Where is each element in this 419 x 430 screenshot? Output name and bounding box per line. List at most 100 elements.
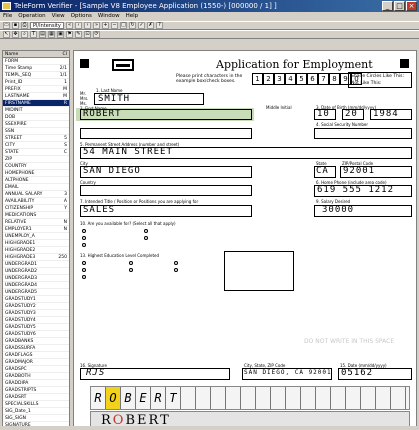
minimize-button[interactable]: _	[382, 1, 393, 11]
field-list-row[interactable]: HIGHGRADE2	[3, 247, 69, 254]
field-list-row[interactable]: UNEMPLOY_A	[3, 233, 69, 240]
field-list-row[interactable]: CITIZENSHIP Y	[3, 205, 69, 212]
field-list-row[interactable]: AVAILABILITY A	[3, 198, 69, 205]
field-list-row[interactable]: SSEXPIRE	[3, 121, 69, 128]
availability-weekend-checkbox[interactable]	[144, 236, 148, 240]
fit-page-icon[interactable]: □	[120, 22, 127, 29]
field-list-row[interactable]: HIGHGRADE3 250	[3, 254, 69, 261]
field-list-row[interactable]: UNDERGRAD5	[3, 289, 69, 296]
field-icon[interactable]: ▤	[39, 31, 46, 38]
availability-fulltime-checkbox[interactable]	[82, 229, 86, 233]
value-column-header[interactable]: CI	[63, 51, 67, 57]
next-record-icon[interactable]: ›	[84, 22, 91, 29]
menu-window[interactable]: Window	[98, 12, 120, 21]
save-icon[interactable]: ▪	[12, 22, 19, 29]
last-record-icon[interactable]: »	[93, 22, 100, 29]
field-list-row[interactable]: GRADSTUDY1	[3, 296, 69, 303]
education-option-checkbox[interactable]	[82, 261, 86, 265]
image-icon[interactable]: ▣	[57, 31, 64, 38]
previous-record-icon[interactable]: ‹	[75, 22, 82, 29]
education-option-checkbox[interactable]	[174, 261, 178, 265]
grid-icon[interactable]: ▦	[48, 31, 55, 38]
help-icon[interactable]: ?	[156, 22, 163, 29]
field-list-row[interactable]: HOMEPHONE	[3, 170, 69, 177]
availability-seasonal-checkbox[interactable]	[144, 229, 148, 233]
field-list-row[interactable]: STREET 5	[3, 135, 69, 142]
field-list-row[interactable]: DOB	[3, 114, 69, 121]
field-list-row[interactable]: CITY S	[3, 142, 69, 149]
menu-file[interactable]: File	[3, 12, 12, 21]
middle-field[interactable]	[80, 128, 252, 139]
field-list-row[interactable]: GRADMAJOR	[3, 359, 69, 366]
reject-icon[interactable]: ✗	[147, 22, 154, 29]
ssn-field[interactable]	[314, 128, 412, 139]
field-list-row[interactable]: ANNUAL SALARY 3	[3, 191, 69, 198]
field-list-row[interactable]: UNDERGRAD1	[3, 261, 69, 268]
refresh-icon[interactable]: ⟳	[93, 31, 100, 38]
field-list-row[interactable]: UNDERGRAD3	[3, 275, 69, 282]
field-list-row[interactable]: FIRSTNAME R	[3, 100, 69, 107]
field-list-row[interactable]: MIDINIT	[3, 107, 69, 114]
field-list-row[interactable]: GRADSSURFA	[3, 345, 69, 352]
availability-temporary-checkbox[interactable]	[82, 243, 86, 247]
field-list-row[interactable]: SIG_SIGN	[3, 415, 69, 422]
field-list-row[interactable]: GRADSTUDY5	[3, 324, 69, 331]
field-list-row[interactable]: MEDICATIONS	[3, 212, 69, 219]
menu-operation[interactable]: Operation	[18, 12, 45, 21]
menu-options[interactable]: Options	[71, 12, 92, 21]
flag-icon[interactable]: ⚑	[66, 31, 73, 38]
menu-help[interactable]: Help	[126, 12, 139, 21]
field-list-row[interactable]: GRADSTRIPTS	[3, 387, 69, 394]
field-list-row[interactable]: UNDERGRAD2	[3, 268, 69, 275]
field-list-row[interactable]: Print_ID 1	[3, 79, 69, 86]
accept-icon[interactable]: ✓	[138, 22, 145, 29]
field-list-row[interactable]: ALTPHONE	[3, 177, 69, 184]
field-list-row[interactable]: GRADDIPA	[3, 380, 69, 387]
lock-icon[interactable]: ⊡	[84, 31, 91, 38]
field-list-row[interactable]: EMPLOYER1 N	[3, 226, 69, 233]
field-list-row[interactable]: COUNTRY	[3, 163, 69, 170]
select-icon[interactable]: ↖	[3, 31, 10, 38]
education-option-checkbox[interactable]	[129, 268, 133, 272]
first-record-icon[interactable]: «	[66, 22, 73, 29]
education-option-checkbox[interactable]	[174, 268, 178, 272]
field-list-row[interactable]: GRADSTUDY4	[3, 317, 69, 324]
field-list-row[interactable]: UNDERGRAD4	[3, 282, 69, 289]
note-icon[interactable]: ✎	[75, 31, 82, 38]
country-field[interactable]	[80, 185, 252, 196]
field-list-row[interactable]: RELATIVE N	[3, 219, 69, 226]
field-list-row[interactable]: SIG_Date_1	[3, 408, 69, 415]
field-list-row[interactable]: TEMPL_SEQ 1/1	[3, 72, 69, 79]
field-list-row[interactable]: GRADSRT	[3, 394, 69, 401]
field-list-row[interactable]: STATE C	[3, 149, 69, 156]
field-list-row[interactable]: GRADSPC	[3, 366, 69, 373]
zoom-out-icon[interactable]: −	[111, 22, 118, 29]
field-list-row[interactable]: LASTNAME M	[3, 93, 69, 100]
education-option-checkbox[interactable]	[82, 275, 86, 279]
field-list-row[interactable]: GRADSTUDY6	[3, 331, 69, 338]
field-list-row[interactable]: EMAIL	[3, 184, 69, 191]
field-list-row[interactable]: GRADBANKS	[3, 338, 69, 345]
field-list-row[interactable]: GRADBOTH	[3, 373, 69, 380]
close-button[interactable]: ×	[406, 1, 417, 11]
field-list-row[interactable]: SPECIALSKILLS	[3, 401, 69, 408]
view-selector[interactable]: Pl/Intensity	[30, 22, 64, 29]
field-list-row[interactable]: PREFIX M	[3, 86, 69, 93]
education-option-checkbox[interactable]	[82, 268, 86, 272]
field-list-row[interactable]: Time Stamp 2/1	[3, 65, 69, 72]
education-option-checkbox[interactable]	[129, 261, 133, 265]
name-column-header[interactable]: Name	[5, 51, 18, 57]
open-icon[interactable]: ▭	[3, 22, 10, 29]
text-icon[interactable]: T	[30, 31, 37, 38]
pan-icon[interactable]: ✥	[12, 31, 19, 38]
field-list-row[interactable]: FORM	[3, 58, 69, 65]
availability-parttime-checkbox[interactable]	[82, 236, 86, 240]
print-icon[interactable]: ⎙	[21, 22, 28, 29]
field-list-row[interactable]: GRADSTUDY2	[3, 303, 69, 310]
field-list-row[interactable]: GRADSTUDY3	[3, 310, 69, 317]
field-list-row[interactable]: SSN	[3, 128, 69, 135]
zoom-in-icon[interactable]: +	[102, 22, 109, 29]
menu-view[interactable]: View	[52, 12, 65, 21]
zoom-icon[interactable]: ⌕	[21, 31, 28, 38]
rotate-icon[interactable]: ↻	[129, 22, 136, 29]
